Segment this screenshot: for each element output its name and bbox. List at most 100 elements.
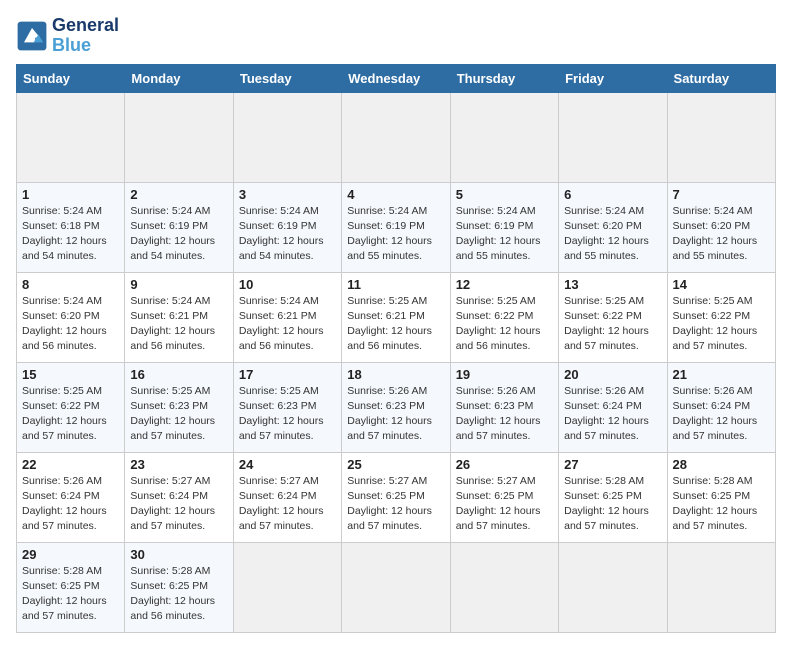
- daylight-label: Daylight: 12 hours and 57 minutes.: [239, 415, 324, 442]
- sunrise-label: Sunrise: 5:26 AM: [673, 385, 753, 397]
- day-info: Sunrise: 5:26 AM Sunset: 6:24 PM Dayligh…: [22, 474, 119, 535]
- calendar-cell: 1 Sunrise: 5:24 AM Sunset: 6:18 PM Dayli…: [17, 182, 125, 272]
- daylight-label: Daylight: 12 hours and 55 minutes.: [456, 235, 541, 262]
- sunset-label: Sunset: 6:21 PM: [347, 310, 425, 322]
- day-info: Sunrise: 5:24 AM Sunset: 6:19 PM Dayligh…: [239, 204, 336, 265]
- day-info: Sunrise: 5:26 AM Sunset: 6:24 PM Dayligh…: [564, 384, 661, 445]
- calendar-cell: [233, 92, 341, 182]
- calendar-week-2: 8 Sunrise: 5:24 AM Sunset: 6:20 PM Dayli…: [17, 272, 776, 362]
- sunrise-label: Sunrise: 5:24 AM: [673, 205, 753, 217]
- day-number: 1: [22, 187, 119, 202]
- calendar-cell: [342, 542, 450, 632]
- sunrise-label: Sunrise: 5:28 AM: [564, 475, 644, 487]
- sunrise-label: Sunrise: 5:26 AM: [564, 385, 644, 397]
- sunset-label: Sunset: 6:20 PM: [564, 220, 642, 232]
- daylight-label: Daylight: 12 hours and 56 minutes.: [130, 325, 215, 352]
- sunset-label: Sunset: 6:23 PM: [347, 400, 425, 412]
- day-number: 10: [239, 277, 336, 292]
- day-number: 12: [456, 277, 553, 292]
- daylight-label: Daylight: 12 hours and 57 minutes.: [347, 505, 432, 532]
- daylight-label: Daylight: 12 hours and 54 minutes.: [239, 235, 324, 262]
- day-number: 26: [456, 457, 553, 472]
- daylight-label: Daylight: 12 hours and 57 minutes.: [456, 415, 541, 442]
- calendar-cell: 27 Sunrise: 5:28 AM Sunset: 6:25 PM Dayl…: [559, 452, 667, 542]
- day-number: 18: [347, 367, 444, 382]
- sunrise-label: Sunrise: 5:24 AM: [239, 295, 319, 307]
- day-info: Sunrise: 5:25 AM Sunset: 6:22 PM Dayligh…: [456, 294, 553, 355]
- sunset-label: Sunset: 6:25 PM: [22, 580, 100, 592]
- day-number: 29: [22, 547, 119, 562]
- calendar-cell: 12 Sunrise: 5:25 AM Sunset: 6:22 PM Dayl…: [450, 272, 558, 362]
- sunrise-label: Sunrise: 5:24 AM: [22, 205, 102, 217]
- day-number: 16: [130, 367, 227, 382]
- sunset-label: Sunset: 6:21 PM: [239, 310, 317, 322]
- calendar-cell: [17, 92, 125, 182]
- calendar-header: SundayMondayTuesdayWednesdayThursdayFrid…: [17, 64, 776, 92]
- day-number: 7: [673, 187, 770, 202]
- day-info: Sunrise: 5:24 AM Sunset: 6:19 PM Dayligh…: [456, 204, 553, 265]
- sunset-label: Sunset: 6:21 PM: [130, 310, 208, 322]
- calendar-cell: [667, 542, 775, 632]
- day-number: 15: [22, 367, 119, 382]
- sunset-label: Sunset: 6:25 PM: [130, 580, 208, 592]
- sunset-label: Sunset: 6:24 PM: [239, 490, 317, 502]
- day-number: 21: [673, 367, 770, 382]
- sunset-label: Sunset: 6:20 PM: [22, 310, 100, 322]
- sunrise-label: Sunrise: 5:25 AM: [673, 295, 753, 307]
- sunrise-label: Sunrise: 5:28 AM: [673, 475, 753, 487]
- calendar-cell: 29 Sunrise: 5:28 AM Sunset: 6:25 PM Dayl…: [17, 542, 125, 632]
- daylight-label: Daylight: 12 hours and 56 minutes.: [456, 325, 541, 352]
- daylight-label: Daylight: 12 hours and 57 minutes.: [564, 415, 649, 442]
- day-info: Sunrise: 5:24 AM Sunset: 6:19 PM Dayligh…: [130, 204, 227, 265]
- sunset-label: Sunset: 6:23 PM: [456, 400, 534, 412]
- day-info: Sunrise: 5:24 AM Sunset: 6:20 PM Dayligh…: [22, 294, 119, 355]
- day-number: 27: [564, 457, 661, 472]
- page-header: General Blue: [16, 16, 776, 56]
- sunset-label: Sunset: 6:19 PM: [239, 220, 317, 232]
- calendar-cell: 26 Sunrise: 5:27 AM Sunset: 6:25 PM Dayl…: [450, 452, 558, 542]
- sunrise-label: Sunrise: 5:24 AM: [130, 295, 210, 307]
- calendar-cell: 4 Sunrise: 5:24 AM Sunset: 6:19 PM Dayli…: [342, 182, 450, 272]
- sunrise-label: Sunrise: 5:24 AM: [130, 205, 210, 217]
- calendar-cell: [450, 542, 558, 632]
- calendar-cell: [125, 92, 233, 182]
- calendar-cell: 6 Sunrise: 5:24 AM Sunset: 6:20 PM Dayli…: [559, 182, 667, 272]
- daylight-label: Daylight: 12 hours and 57 minutes.: [564, 325, 649, 352]
- sunset-label: Sunset: 6:25 PM: [673, 490, 751, 502]
- day-number: 8: [22, 277, 119, 292]
- sunrise-label: Sunrise: 5:25 AM: [564, 295, 644, 307]
- sunset-label: Sunset: 6:22 PM: [456, 310, 534, 322]
- weekday-header-wednesday: Wednesday: [342, 64, 450, 92]
- calendar-cell: 9 Sunrise: 5:24 AM Sunset: 6:21 PM Dayli…: [125, 272, 233, 362]
- weekday-header-monday: Monday: [125, 64, 233, 92]
- weekday-header-saturday: Saturday: [667, 64, 775, 92]
- weekday-header-friday: Friday: [559, 64, 667, 92]
- day-info: Sunrise: 5:27 AM Sunset: 6:24 PM Dayligh…: [130, 474, 227, 535]
- day-info: Sunrise: 5:28 AM Sunset: 6:25 PM Dayligh…: [130, 564, 227, 625]
- calendar-cell: 11 Sunrise: 5:25 AM Sunset: 6:21 PM Dayl…: [342, 272, 450, 362]
- day-number: 22: [22, 457, 119, 472]
- day-info: Sunrise: 5:27 AM Sunset: 6:25 PM Dayligh…: [456, 474, 553, 535]
- daylight-label: Daylight: 12 hours and 57 minutes.: [673, 415, 758, 442]
- sunrise-label: Sunrise: 5:27 AM: [456, 475, 536, 487]
- day-number: 28: [673, 457, 770, 472]
- weekday-header-tuesday: Tuesday: [233, 64, 341, 92]
- calendar-cell: 7 Sunrise: 5:24 AM Sunset: 6:20 PM Dayli…: [667, 182, 775, 272]
- day-info: Sunrise: 5:26 AM Sunset: 6:24 PM Dayligh…: [673, 384, 770, 445]
- daylight-label: Daylight: 12 hours and 57 minutes.: [22, 595, 107, 622]
- day-number: 11: [347, 277, 444, 292]
- logo-text: General Blue: [52, 16, 119, 56]
- daylight-label: Daylight: 12 hours and 57 minutes.: [673, 505, 758, 532]
- day-info: Sunrise: 5:27 AM Sunset: 6:24 PM Dayligh…: [239, 474, 336, 535]
- calendar-week-4: 22 Sunrise: 5:26 AM Sunset: 6:24 PM Dayl…: [17, 452, 776, 542]
- calendar-cell: 8 Sunrise: 5:24 AM Sunset: 6:20 PM Dayli…: [17, 272, 125, 362]
- sunset-label: Sunset: 6:19 PM: [456, 220, 534, 232]
- sunrise-label: Sunrise: 5:28 AM: [130, 565, 210, 577]
- day-number: 5: [456, 187, 553, 202]
- sunrise-label: Sunrise: 5:27 AM: [130, 475, 210, 487]
- day-number: 13: [564, 277, 661, 292]
- day-info: Sunrise: 5:25 AM Sunset: 6:21 PM Dayligh…: [347, 294, 444, 355]
- calendar-cell: 3 Sunrise: 5:24 AM Sunset: 6:19 PM Dayli…: [233, 182, 341, 272]
- daylight-label: Daylight: 12 hours and 57 minutes.: [22, 505, 107, 532]
- sunrise-label: Sunrise: 5:24 AM: [456, 205, 536, 217]
